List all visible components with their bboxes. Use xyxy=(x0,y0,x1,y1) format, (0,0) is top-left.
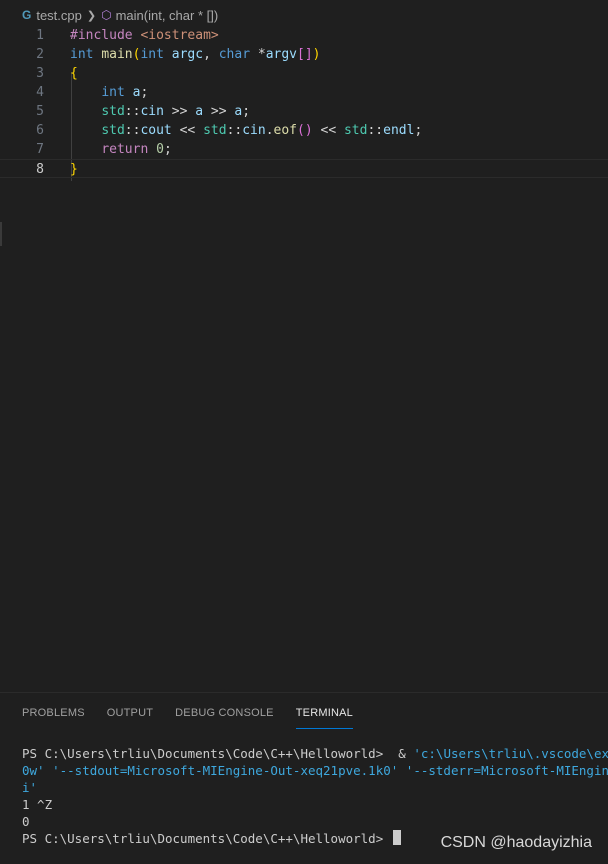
line-number: 3 xyxy=(36,66,44,81)
terminal-text: i' xyxy=(22,780,38,795)
terminal-cursor xyxy=(392,830,401,845)
code-text: std::cin >> a >> a; xyxy=(70,102,250,121)
code-editor[interactable]: 1 #include <iostream> 2 int main(int argc, … xyxy=(0,26,608,186)
code-token: ; xyxy=(163,142,172,157)
code-text: int main(int argc, char *argv[]) xyxy=(70,45,321,64)
code-token: a xyxy=(195,104,204,119)
cpp-file-icon: G xyxy=(22,8,32,22)
tab-terminal[interactable]: TERMINAL xyxy=(295,693,353,729)
code-token: :: xyxy=(124,123,141,138)
code-token: int xyxy=(101,85,125,100)
code-token: cin xyxy=(242,123,266,138)
code-token: >> xyxy=(203,104,235,119)
code-line[interactable]: 1 #include <iostream> xyxy=(0,26,608,45)
code-token: eof xyxy=(273,123,298,138)
code-text: { xyxy=(70,64,78,83)
code-token: >> xyxy=(163,104,196,119)
code-token: cin xyxy=(140,104,164,119)
line-number: 1 xyxy=(36,28,44,43)
code-text: std::cout << std::cin.eof() << std::endl… xyxy=(70,121,422,140)
code-token: 0 xyxy=(156,142,164,157)
code-token: int xyxy=(140,47,164,62)
code-token: () xyxy=(297,123,313,138)
code-token: argv xyxy=(265,47,298,62)
line-number: 7 xyxy=(36,142,44,157)
terminal-text: PS C:\Users\trliu\Documents\Code\C++\Hel… xyxy=(22,831,391,846)
code-token: #include xyxy=(70,28,141,43)
code-line[interactable]: 3{ xyxy=(0,64,608,83)
code-token: endl xyxy=(383,123,415,138)
breadcrumb-file[interactable]: test.cpp xyxy=(36,8,82,23)
code-token: . xyxy=(265,123,274,138)
chevron-right-icon: ❯ xyxy=(86,9,97,22)
code-token: cout xyxy=(140,123,172,138)
code-token: return xyxy=(101,142,149,157)
terminal-line: 0w' '--stdout=Microsoft-MIEngine-Out-xeq… xyxy=(22,762,608,779)
terminal-line: 1 ^Z xyxy=(22,796,608,813)
code-token: :: xyxy=(226,123,243,138)
code-token: std xyxy=(203,123,227,138)
panel-tabs: PROBLEMS OUTPUT DEBUG CONSOLE TERMINAL xyxy=(22,693,375,731)
tab-debug-console[interactable]: DEBUG CONSOLE xyxy=(175,693,274,731)
line-number: 4 xyxy=(36,85,44,100)
code-text: #include <iostream> xyxy=(70,26,219,45)
code-line[interactable]: 5 std::cin >> a >> a; xyxy=(0,102,608,121)
terminal-text: 0w' '--stdout=Microsoft-MIEngine-Out-xeq… xyxy=(22,763,608,778)
terminal-line: PS C:\Users\trliu\Documents\Code\C++\Hel… xyxy=(22,745,608,762)
watermark: CSDN @haodayizhia xyxy=(440,834,592,851)
tab-problems[interactable]: PROBLEMS xyxy=(22,693,85,731)
line-number: 2 xyxy=(36,47,44,62)
code-token: ; xyxy=(242,104,251,119)
code-token: :: xyxy=(124,104,141,119)
code-token: <iostream> xyxy=(140,28,219,43)
code-text: int a; xyxy=(70,83,148,102)
code-token: ) xyxy=(312,47,321,62)
code-line[interactable]: 4 int a; xyxy=(0,83,608,102)
code-token: , xyxy=(203,47,219,62)
code-token: << xyxy=(171,123,204,138)
terminal-text: 0 xyxy=(22,814,30,829)
line-number: 5 xyxy=(36,104,44,119)
code-line[interactable]: 7 return 0; xyxy=(0,140,608,159)
code-token: << xyxy=(312,123,344,138)
cube-icon: ⬡ xyxy=(101,8,112,22)
code-token: std xyxy=(101,104,125,119)
terminal-text: 1 ^Z xyxy=(22,797,53,812)
code-token: std xyxy=(343,123,368,138)
code-token: :: xyxy=(367,123,384,138)
code-token: argc xyxy=(171,47,204,62)
code-line[interactable]: 2 int main(int argc, char *argv[]) xyxy=(0,45,608,64)
code-token: } xyxy=(70,162,78,177)
code-token: int xyxy=(70,47,94,62)
terminal-line: i' xyxy=(22,779,608,796)
code-text: } xyxy=(70,160,78,179)
terminal-output[interactable]: PS C:\Users\trliu\Documents\Code\C++\Hel… xyxy=(22,745,608,847)
code-text: return 0; xyxy=(70,140,172,159)
code-token: std xyxy=(101,123,125,138)
code-token: * xyxy=(250,47,266,62)
line-number: 8 xyxy=(36,162,44,177)
code-token: char xyxy=(218,47,251,62)
code-token: { xyxy=(70,66,78,81)
code-token: ; xyxy=(140,85,149,100)
terminal-text: PS C:\Users\trliu\Documents\Code\C++\Hel… xyxy=(22,746,414,761)
breadcrumb-symbol[interactable]: main(int, char * []) xyxy=(116,8,219,23)
line-number: 6 xyxy=(36,123,44,138)
terminal-text: 'c:\Users\trliu\.vscode\extensio xyxy=(413,746,608,761)
code-token: ; xyxy=(414,123,423,138)
code-token: [] xyxy=(297,47,313,62)
terminal-line: 0 xyxy=(22,813,608,830)
tab-output[interactable]: OUTPUT xyxy=(107,693,153,731)
code-line[interactable]: 6 std::cout << std::cin.eof() << std::en… xyxy=(0,121,608,140)
code-line[interactable]: 8} xyxy=(0,159,608,178)
code-token: main xyxy=(101,47,133,62)
scroll-indicator xyxy=(0,222,2,246)
